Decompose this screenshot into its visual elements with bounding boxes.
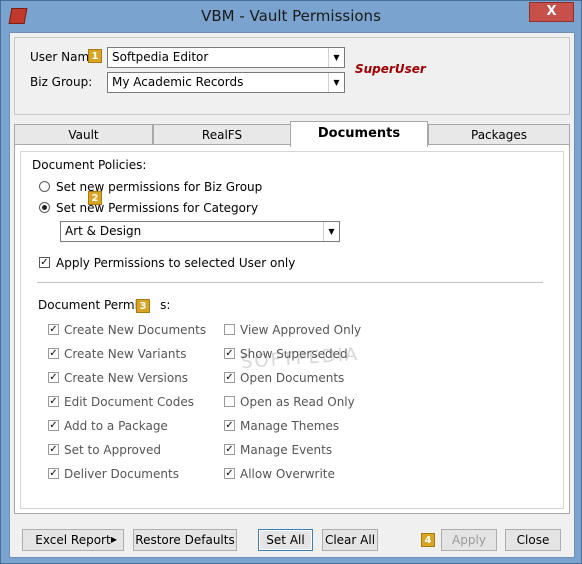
perm-open-as-read-only-checkbox[interactable]	[224, 396, 235, 407]
perm-show-superseded-checkbox[interactable]: ✓	[224, 348, 235, 359]
document-policies-heading: Document Policies:	[32, 158, 147, 172]
category-dropdown[interactable]: Art & Design ▼	[60, 221, 340, 242]
radio-category[interactable]	[39, 202, 50, 213]
perm-edit-document-codes-label: Edit Document Codes	[64, 395, 195, 409]
perm-add-to-package-label: Add to a Package	[64, 419, 168, 433]
perm-deliver-documents-label: Deliver Documents	[64, 467, 179, 481]
perm-create-new-documents-checkbox[interactable]: ✓	[48, 324, 59, 335]
tab-realfs[interactable]: RealFS	[153, 124, 291, 146]
set-all-button[interactable]: Set All	[258, 529, 313, 551]
perm-view-approved-only-checkbox[interactable]	[224, 324, 235, 335]
biz-group-value: My Academic Records	[112, 75, 244, 89]
tab-strip: Vault RealFS Documents Packages	[14, 121, 570, 147]
perm-set-to-approved-label: Set to Approved	[64, 443, 161, 457]
biz-group-label: Biz Group:	[30, 75, 93, 89]
perm-manage-events-checkbox[interactable]: ✓	[224, 444, 235, 455]
callout-badge-1: 1	[88, 49, 102, 63]
perm-show-superseded-label: Show Superseded	[240, 347, 348, 361]
perm-create-new-variants-checkbox[interactable]: ✓	[48, 348, 59, 359]
perm-create-new-variants-label: Create New Variants	[64, 347, 187, 361]
radio-biz-group-label[interactable]: Set new permissions for Biz Group	[56, 180, 262, 194]
arrow-right-icon: ▶	[110, 535, 117, 544]
callout-badge-4: 4	[421, 533, 435, 547]
category-value: Art & Design	[65, 224, 142, 238]
user-name-label: User Nam	[30, 50, 90, 64]
role-badge: SuperUser	[355, 62, 426, 76]
perm-deliver-documents-checkbox[interactable]: ✓	[48, 468, 59, 479]
apply-selected-user-checkbox[interactable]: ✓	[39, 257, 50, 268]
divider	[37, 282, 543, 283]
user-info-group: User Nam 1 Softpedia Editor ▼ SuperUser …	[14, 37, 570, 115]
app-window: VBM - Vault Permissions X User Nam 1 Sof…	[0, 0, 582, 564]
radio-biz-group[interactable]	[39, 181, 50, 192]
perm-open-documents-label: Open Documents	[240, 371, 345, 385]
chevron-down-icon[interactable]: ▼	[323, 222, 339, 241]
restore-defaults-button[interactable]: Restore Defaults	[133, 529, 237, 551]
biz-group-dropdown[interactable]: My Academic Records ▼	[107, 72, 345, 93]
perm-manage-themes-checkbox[interactable]: ✓	[224, 420, 235, 431]
radio-category-label[interactable]: Set new Permissions for Category	[56, 201, 258, 215]
documents-panel: Document Policies: Set new permissions f…	[14, 144, 570, 514]
window-close-button[interactable]: X	[529, 2, 574, 22]
document-permissions-heading: Document Permis s:	[38, 298, 171, 312]
user-name-value: Softpedia Editor	[112, 50, 209, 64]
document-policies-group: Document Policies: Set new permissions f…	[20, 151, 564, 509]
title-bar[interactable]: VBM - Vault Permissions X	[1, 1, 581, 32]
chevron-down-icon[interactable]: ▼	[328, 48, 344, 67]
perm-manage-events-label: Manage Events	[240, 443, 333, 457]
callout-badge-3: 3	[136, 299, 150, 313]
perm-allow-overwrite-label: Allow Overwrite	[240, 467, 335, 481]
perm-edit-document-codes-checkbox[interactable]: ✓	[48, 396, 59, 407]
clear-all-button[interactable]: Clear All	[322, 529, 378, 551]
excel-report-button[interactable]: Excel Report ▶	[22, 529, 124, 551]
apply-selected-user-label[interactable]: Apply Permissions to selected User only	[56, 256, 295, 270]
client-area: User Nam 1 Softpedia Editor ▼ SuperUser …	[9, 32, 575, 558]
tab-vault[interactable]: Vault	[14, 124, 153, 146]
perm-set-to-approved-checkbox[interactable]: ✓	[48, 444, 59, 455]
perm-view-approved-only-label: View Approved Only	[240, 323, 362, 337]
chevron-down-icon[interactable]: ▼	[328, 73, 344, 92]
window-title: VBM - Vault Permissions	[201, 7, 381, 25]
perm-allow-overwrite-checkbox[interactable]: ✓	[224, 468, 235, 479]
close-button[interactable]: Close	[505, 529, 561, 551]
perm-manage-themes-label: Manage Themes	[240, 419, 340, 433]
tab-packages[interactable]: Packages	[428, 124, 570, 146]
excel-report-label: Excel Report	[35, 533, 111, 547]
perm-create-new-versions-label: Create New Versions	[64, 371, 189, 385]
tab-documents[interactable]: Documents	[290, 121, 428, 147]
user-name-dropdown[interactable]: Softpedia Editor ▼	[107, 47, 345, 68]
perm-add-to-package-checkbox[interactable]: ✓	[48, 420, 59, 431]
perm-open-as-read-only-label: Open as Read Only	[240, 395, 355, 409]
perm-open-documents-checkbox[interactable]: ✓	[224, 372, 235, 383]
apply-button[interactable]: Apply	[441, 529, 497, 551]
perm-create-new-documents-label: Create New Documents	[64, 323, 207, 337]
perm-create-new-versions-checkbox[interactable]: ✓	[48, 372, 59, 383]
